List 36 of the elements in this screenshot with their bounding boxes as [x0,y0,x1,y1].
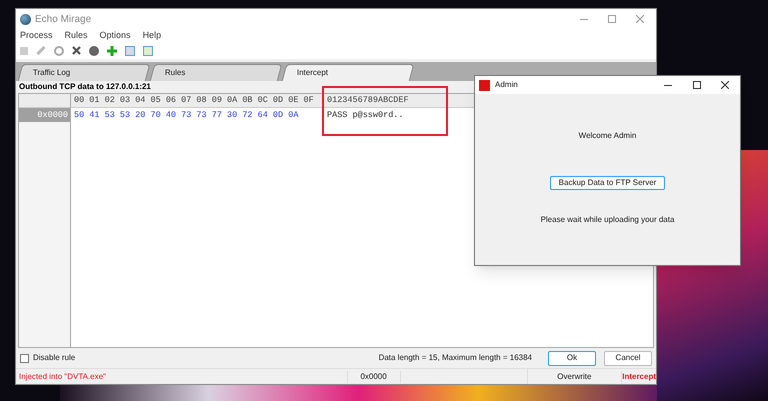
status-text: Injected into "DVTA.exe" [16,370,348,382]
dialog-button[interactable]: Ok [548,350,596,366]
app-icon [479,80,490,90]
add-icon[interactable] [107,46,117,56]
data-length-text: Data length = 15, Maximum length = 16384 [378,352,532,364]
menu-item[interactable]: Rules [64,28,88,42]
backup-button[interactable]: Backup Data to FTP Server [550,176,665,190]
dialog-button[interactable]: Cancel [604,350,652,366]
maximize-button[interactable] [693,81,701,89]
app-icon [20,14,31,24]
refresh-icon[interactable] [54,46,64,56]
menu-item[interactable]: Help [142,28,162,42]
welcome-text: Welcome Admin [578,130,636,142]
minimize-button[interactable] [664,84,672,86]
delete-icon[interactable] [72,46,81,55]
column-header: 00 01 02 03 04 05 06 07 08 09 0A 0B 0C 0D 0E 0F [73,94,315,107]
checkbox[interactable] [20,354,29,362]
checkbox-label: Disable rule [33,352,76,364]
status-text: 0x0000 [348,370,401,382]
status-text: Intercept [622,370,656,382]
close-button[interactable] [721,81,729,89]
window-title: Admin [495,79,518,91]
tab[interactable]: Traffic Log [18,64,150,81]
offset-cell: 0x0000 [19,108,70,122]
status-message: Please wait while uploading your data [540,214,674,226]
tab[interactable]: Rules [150,64,282,81]
menu-item[interactable]: Process [20,28,53,42]
tab[interactable]: Intercept [282,64,414,81]
column-header: 0123456789ABCDEF [326,94,409,107]
caption: Outbound TCP data to 127.0.0.1:21 [19,81,151,93]
window-title: Echo Mirage [35,12,92,26]
stop-icon[interactable] [20,46,28,54]
hex-bytes: 50 41 53 53 20 70 40 73 73 77 30 72 64 0D 0A [73,108,300,122]
status-text: Overwrite [528,370,622,382]
ascii-text: PASS p@ssw0rd.. [326,108,404,122]
menu-item[interactable]: Options [100,28,131,42]
